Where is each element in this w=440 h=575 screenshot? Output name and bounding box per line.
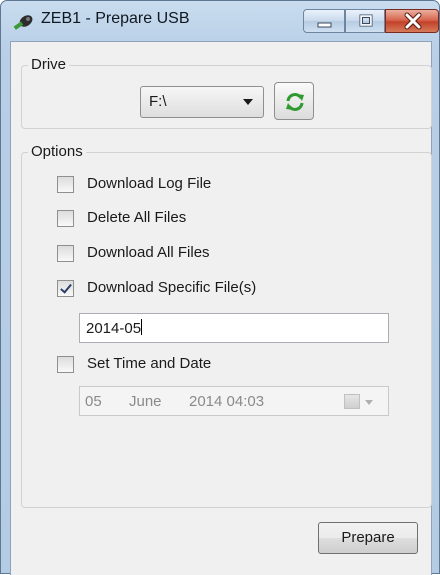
datetime-day: 05	[85, 393, 102, 410]
close-button[interactable]	[385, 9, 439, 33]
set-time-checkbox[interactable]	[57, 356, 74, 373]
title-bar[interactable]: ZEB1 - Prepare USB	[1, 1, 439, 41]
calendar-icon[interactable]	[344, 394, 360, 409]
download-specific-label: Download Specific File(s)	[87, 279, 257, 296]
chevron-down-icon[interactable]	[365, 400, 373, 405]
prepare-button[interactable]: Prepare	[318, 522, 418, 554]
chevron-down-icon	[243, 99, 253, 105]
download-all-checkbox[interactable]	[57, 245, 74, 262]
refresh-drives-button[interactable]	[274, 82, 314, 120]
text-caret	[141, 319, 143, 335]
datetime-year-time: 2014 04:03	[189, 393, 265, 410]
minimize-button[interactable]	[303, 9, 345, 33]
download-log-label: Download Log File	[87, 175, 212, 192]
download-specific-checkbox[interactable]	[57, 280, 74, 297]
download-log-checkbox[interactable]	[57, 176, 74, 193]
drive-select-value: F:\	[149, 93, 167, 110]
maximize-button[interactable]	[345, 9, 385, 33]
set-time-label: Set Time and Date	[87, 355, 212, 372]
zeb-app-icon	[13, 15, 33, 30]
datetime-picker[interactable]: 05 June 2014 04:03	[79, 386, 389, 416]
window-title: ZEB1 - Prepare USB	[41, 10, 190, 27]
close-icon	[404, 12, 422, 30]
specific-files-input[interactable]: 2014-05	[79, 313, 389, 343]
options-legend: Options	[28, 143, 86, 161]
refresh-icon	[286, 93, 304, 111]
drive-select[interactable]: F:\	[140, 86, 264, 118]
maximize-icon	[359, 14, 373, 27]
drive-legend: Drive	[28, 56, 70, 74]
delete-all-checkbox[interactable]	[57, 210, 74, 227]
download-all-label: Download All Files	[87, 244, 210, 261]
minimize-icon	[317, 22, 332, 28]
specific-files-value: 2014-05	[86, 320, 142, 337]
delete-all-label: Delete All Files	[87, 209, 187, 226]
datetime-month: June	[129, 393, 162, 410]
